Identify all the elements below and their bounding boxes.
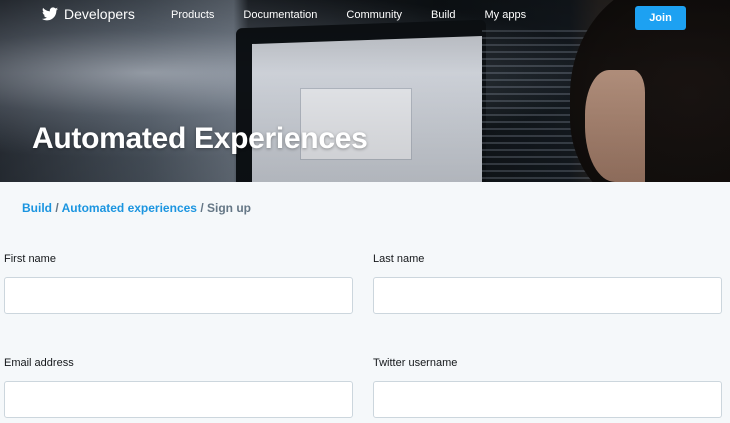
- nav-links: Products Documentation Community Build M…: [171, 9, 526, 21]
- email-label: Email address: [4, 357, 74, 369]
- twitter-username-input[interactable]: [373, 381, 722, 418]
- brand-name: Developers: [64, 6, 135, 22]
- twitter-username-label: Twitter username: [373, 357, 458, 369]
- last-name-input[interactable]: [373, 277, 722, 314]
- nav-link-documentation[interactable]: Documentation: [243, 9, 317, 21]
- brand-logo-link[interactable]: Developers: [42, 6, 135, 22]
- nav-link-build[interactable]: Build: [431, 9, 455, 21]
- join-button[interactable]: Join: [635, 6, 686, 30]
- breadcrumb: Build / Automated experiences / Sign up: [22, 201, 251, 215]
- nav-link-products[interactable]: Products: [171, 9, 214, 21]
- nav-link-my-apps[interactable]: My apps: [485, 9, 527, 21]
- page-title: Automated Experiences: [32, 122, 368, 155]
- last-name-label: Last name: [373, 253, 425, 265]
- email-input[interactable]: [4, 381, 353, 418]
- first-name-input[interactable]: [4, 277, 353, 314]
- breadcrumb-build-link[interactable]: Build: [22, 201, 52, 215]
- top-nav: Developers Products Documentation Commun…: [0, 0, 730, 34]
- nav-link-community[interactable]: Community: [346, 9, 402, 21]
- twitter-bird-icon: [42, 7, 58, 21]
- first-name-label: First name: [4, 253, 56, 265]
- breadcrumb-automated-experiences-link[interactable]: Automated experiences: [62, 201, 197, 215]
- hero-banner: Developers Products Documentation Commun…: [0, 0, 730, 182]
- breadcrumb-separator: /: [200, 201, 207, 215]
- breadcrumb-current-page: Sign up: [206, 201, 251, 215]
